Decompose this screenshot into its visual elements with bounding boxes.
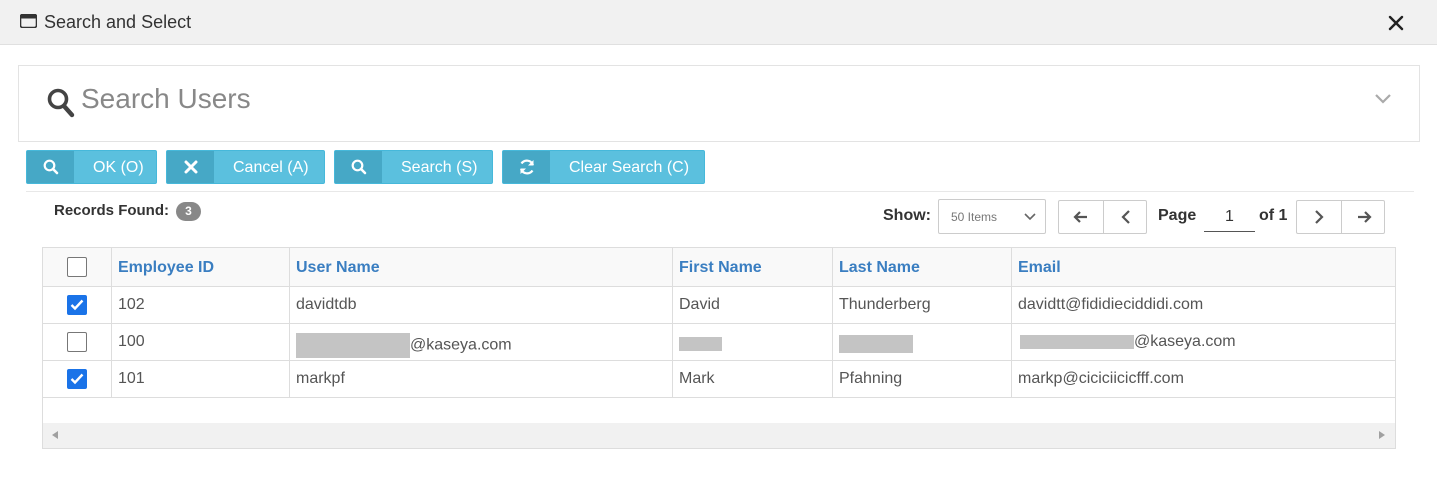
checkmark-icon bbox=[70, 373, 84, 385]
cell-last-name: Thunderberg bbox=[833, 287, 1012, 323]
records-found-label: Records Found: bbox=[54, 202, 169, 219]
cell-user-name: markpf bbox=[290, 361, 673, 397]
ok-button-label: OK (O) bbox=[93, 159, 144, 176]
row-select-cell bbox=[43, 361, 112, 397]
column-header-user-name[interactable]: User Name bbox=[290, 248, 673, 286]
last-page-button[interactable] bbox=[1341, 201, 1385, 233]
search-button-label: Search (S) bbox=[401, 159, 478, 176]
cell-email: @kaseya.com bbox=[1012, 324, 1395, 360]
users-grid: Employee ID User Name First Name Last Na… bbox=[42, 247, 1396, 449]
cancel-button-label: Cancel (A) bbox=[233, 159, 309, 176]
search-icon bbox=[27, 151, 74, 183]
cell-email: markp@ciciciicicfff.com bbox=[1018, 370, 1184, 387]
search-panel-title: Search Users bbox=[81, 83, 251, 114]
cell-last-name bbox=[833, 324, 1012, 360]
dialog-title: Search and Select bbox=[44, 12, 192, 32]
cell-first-name bbox=[673, 324, 833, 360]
next-page-button[interactable] bbox=[1297, 201, 1341, 233]
chevron-right-icon bbox=[1315, 210, 1324, 224]
redacted-block bbox=[839, 335, 913, 353]
row-select-cell bbox=[43, 287, 112, 323]
first-page-button[interactable] bbox=[1059, 201, 1103, 233]
horizontal-scrollbar[interactable] bbox=[43, 423, 1395, 448]
chevron-left-icon bbox=[1120, 210, 1130, 224]
arrow-right-icon bbox=[1357, 211, 1372, 223]
checkmark-icon bbox=[70, 299, 84, 311]
email-domain: @kaseya.com bbox=[1134, 333, 1236, 350]
page-size-select[interactable]: 50 Items bbox=[938, 199, 1046, 234]
cell-user-name: davidtdb bbox=[290, 287, 673, 323]
search-icon bbox=[335, 151, 382, 183]
redacted-block bbox=[296, 333, 410, 358]
pagination-next-group bbox=[1296, 200, 1385, 234]
x-icon bbox=[167, 151, 214, 183]
clear-search-button[interactable]: Clear Search (C) bbox=[502, 150, 705, 184]
search-users-panel[interactable]: Search Users bbox=[18, 65, 1420, 142]
cell-first-name: David bbox=[673, 287, 833, 323]
column-header-last-name[interactable]: Last Name bbox=[833, 248, 1012, 286]
search-button[interactable]: Search (S) bbox=[334, 150, 493, 184]
cell-employee-id: 102 bbox=[112, 287, 290, 323]
row-checkbox[interactable] bbox=[67, 295, 87, 315]
column-header-employee-id[interactable]: Employee ID bbox=[112, 248, 290, 286]
column-header-first-name[interactable]: First Name bbox=[673, 248, 833, 286]
scroll-right-icon[interactable] bbox=[1379, 431, 1385, 439]
cell-user-name: @kaseya.com bbox=[290, 324, 673, 360]
cell-employee-id: 100 bbox=[112, 324, 290, 360]
redacted-block bbox=[1020, 334, 1134, 349]
row-select-cell bbox=[43, 324, 112, 360]
table-row[interactable]: 100 @kaseya.com @kaseya.com bbox=[43, 324, 1395, 361]
show-label: Show: bbox=[883, 207, 931, 224]
window-icon bbox=[20, 14, 37, 28]
records-count-badge: 3 bbox=[176, 202, 201, 221]
page-size-value: 50 Items bbox=[951, 210, 998, 224]
arrow-left-icon bbox=[1073, 211, 1087, 223]
cancel-button[interactable]: Cancel (A) bbox=[166, 150, 325, 184]
close-icon[interactable] bbox=[1386, 13, 1406, 33]
clear-search-button-label: Clear Search (C) bbox=[569, 159, 690, 176]
redacted-block bbox=[679, 337, 722, 351]
scroll-left-icon[interactable] bbox=[52, 431, 58, 439]
cell-first-name: Mark bbox=[673, 361, 833, 397]
row-checkbox[interactable] bbox=[67, 332, 87, 352]
grid-header-row: Employee ID User Name First Name Last Na… bbox=[43, 248, 1395, 287]
select-all-checkbox[interactable] bbox=[67, 257, 87, 277]
page-label: Page bbox=[1158, 207, 1197, 224]
user-name-domain: @kaseya.com bbox=[410, 336, 512, 354]
toolbar-divider bbox=[26, 191, 1414, 192]
pagination-prev-group bbox=[1058, 200, 1147, 234]
refresh-icon bbox=[503, 151, 550, 183]
select-all-cell bbox=[43, 248, 112, 286]
page-number-input[interactable] bbox=[1204, 203, 1255, 232]
dialog-titlebar: Search and Select bbox=[0, 0, 1437, 45]
row-checkbox[interactable] bbox=[67, 369, 87, 389]
prev-page-button[interactable] bbox=[1103, 201, 1147, 233]
ok-button[interactable]: OK (O) bbox=[26, 150, 157, 184]
table-row[interactable]: 102 davidtdb David Thunderberg davidtt@f… bbox=[43, 287, 1395, 324]
search-icon bbox=[47, 88, 75, 118]
cell-last-name: Pfahning bbox=[833, 361, 1012, 397]
page-total-label: of 1 bbox=[1259, 207, 1288, 224]
chevron-down-icon bbox=[1024, 213, 1036, 221]
cell-employee-id: 101 bbox=[112, 361, 290, 397]
table-row[interactable]: 101 markpf Mark Pfahning markp@ciciciici… bbox=[43, 361, 1395, 398]
cell-email: davidtt@fididieciddidi.com bbox=[1018, 296, 1204, 313]
chevron-down-icon[interactable] bbox=[1374, 92, 1392, 106]
column-header-email[interactable]: Email bbox=[1012, 248, 1395, 286]
